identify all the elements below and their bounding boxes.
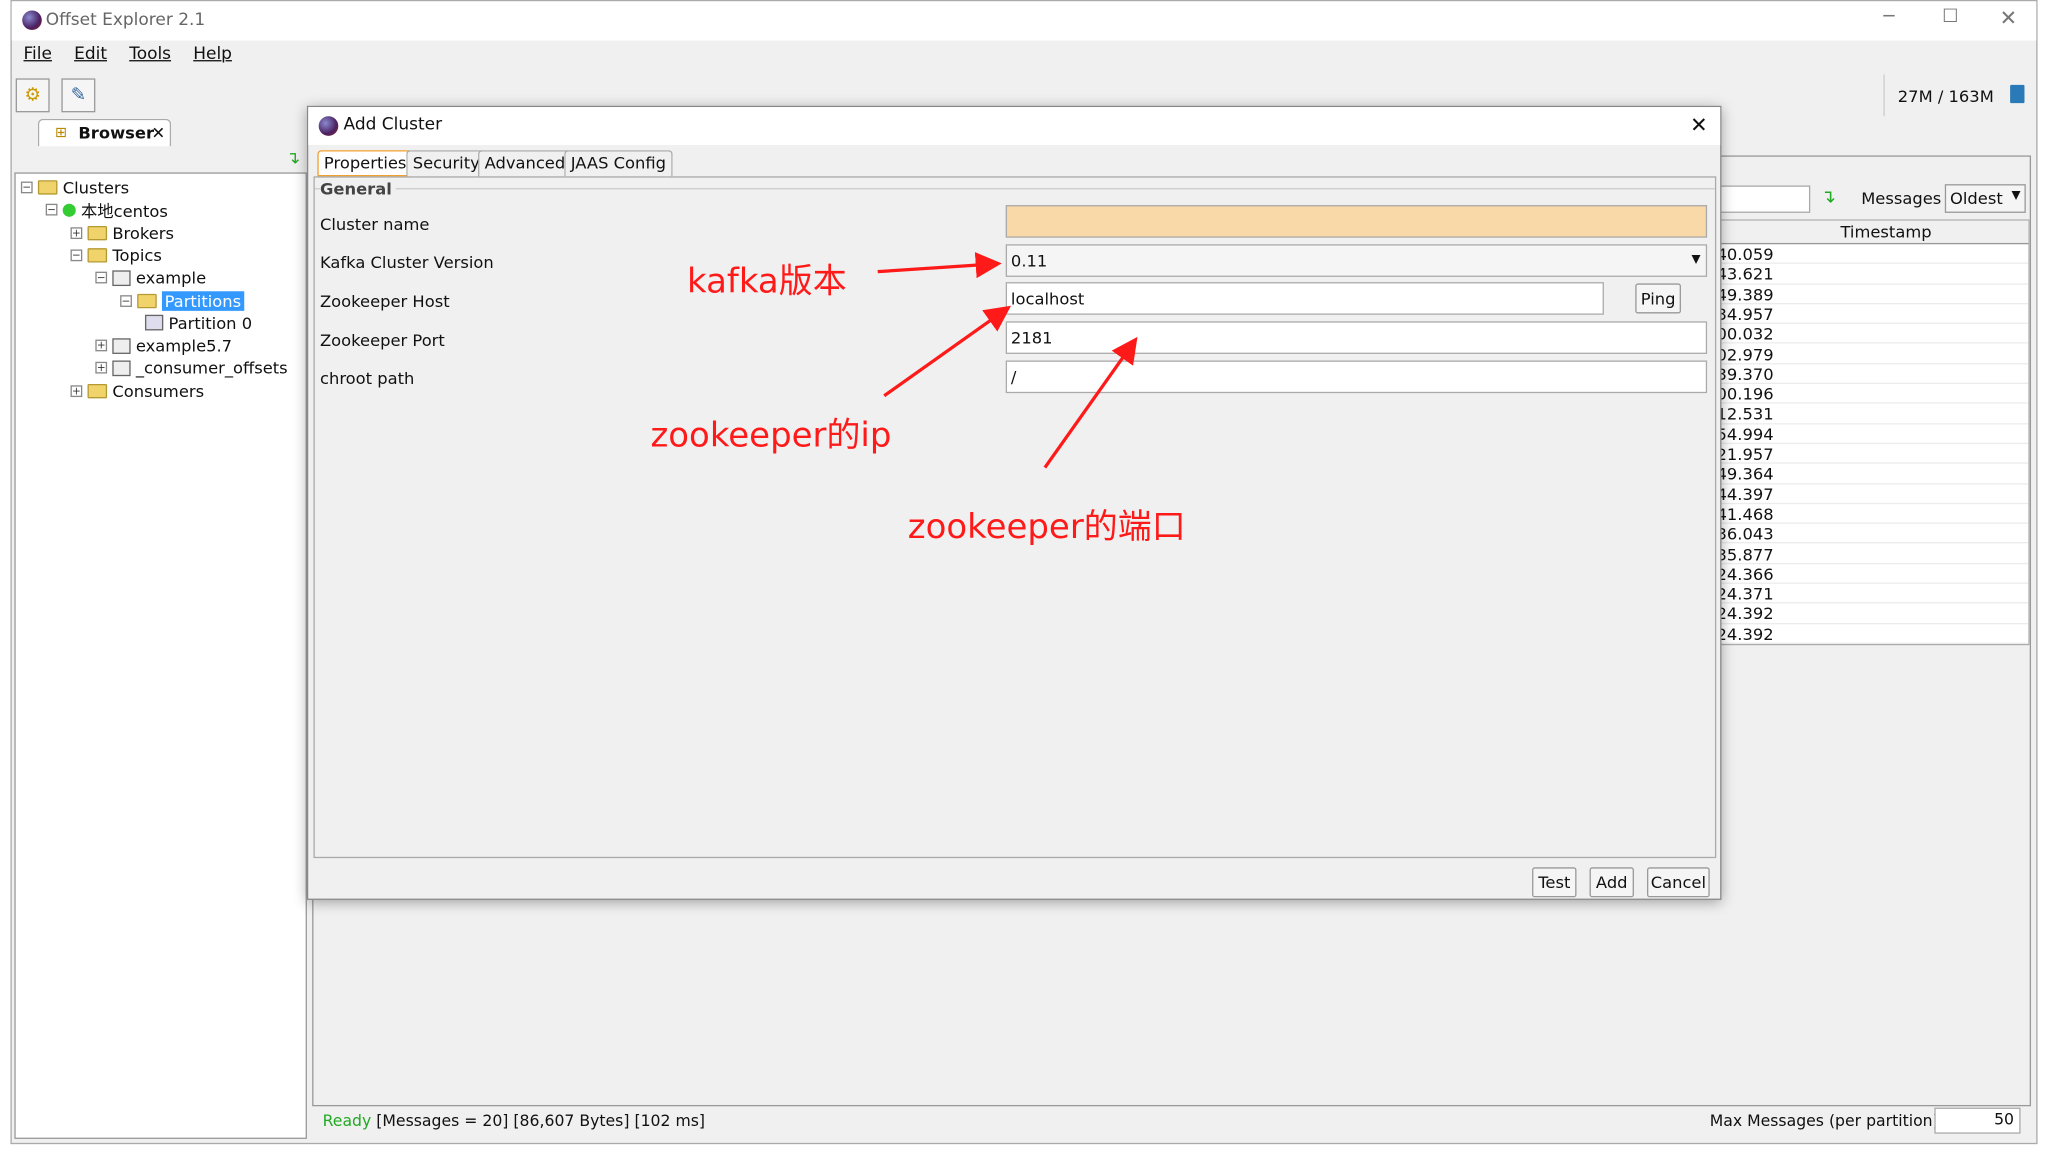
arrow-to-host (883, 305, 1012, 398)
arrow-to-version (877, 252, 1002, 279)
annotation-arrows (877, 252, 1138, 469)
arrow-to-port (1043, 336, 1138, 469)
